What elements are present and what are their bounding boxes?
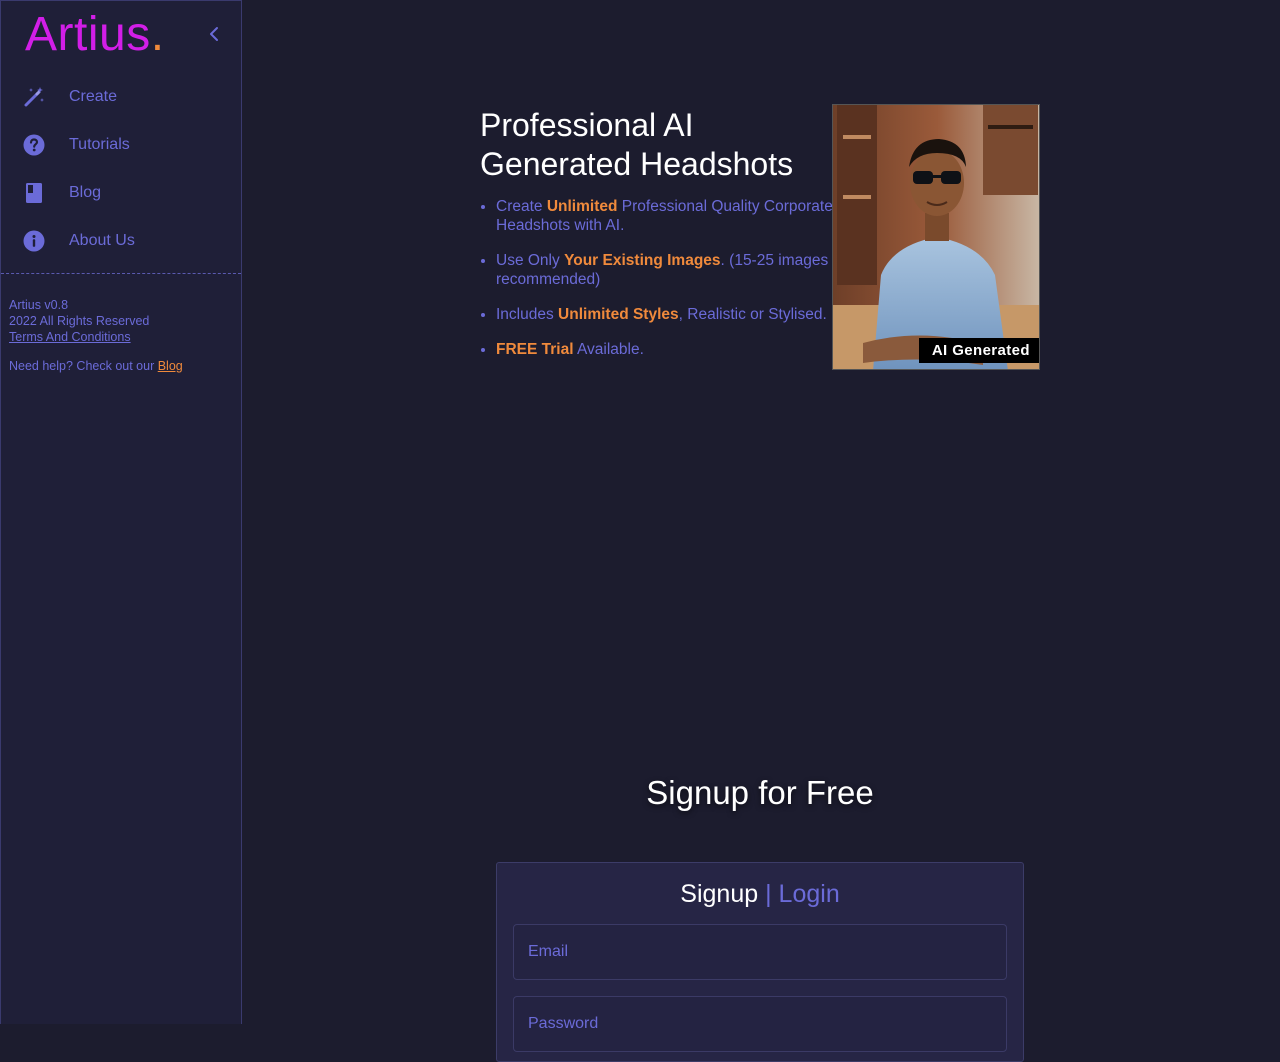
feature-text: Create: [496, 198, 547, 215]
sidebar-item-label: Blog: [69, 184, 102, 201]
feature-item: Create Unlimited Professional Quality Co…: [496, 197, 833, 235]
info-circle-icon: [22, 229, 46, 253]
feature-text: Includes: [496, 306, 559, 323]
sidebar-item-label: Tutorials: [69, 136, 130, 153]
chevron-left-icon: [210, 27, 218, 41]
sidebar-item-create[interactable]: Create: [1, 73, 241, 121]
sidebar-item-tutorials[interactable]: Tutorials: [1, 121, 241, 169]
sidebar-item-blog[interactable]: Blog: [1, 169, 241, 217]
sidebar-item-about-us[interactable]: About Us: [1, 217, 241, 265]
feature-highlight: Unlimited: [546, 198, 618, 215]
help-text: Need help? Check out our Blog: [9, 358, 183, 374]
ai-headshot-image: AI Generated: [832, 104, 1040, 370]
version-text: Artius v0.8: [9, 298, 69, 312]
help-blog-link[interactable]: Blog: [158, 359, 183, 373]
feature-list: Create Unlimited Professional Quality Co…: [478, 197, 833, 375]
help-prefix: Need help? Check out our: [9, 359, 158, 373]
collapse-sidebar-button[interactable]: [205, 23, 223, 45]
terms-link[interactable]: Terms And Conditions: [9, 330, 131, 344]
sidebar-divider: [1, 273, 241, 274]
feature-text: , Realistic or Stylised.: [678, 306, 827, 323]
feature-text: Use Only: [496, 252, 565, 269]
password-field[interactable]: [513, 996, 1007, 1052]
signup-heading: Signup for Free: [646, 774, 874, 811]
brand-logo[interactable]: Artius.: [25, 5, 165, 65]
book-icon: [22, 181, 46, 205]
magic-wand-icon: [22, 85, 46, 109]
sidebar-item-label: Create: [69, 88, 118, 105]
tab-signup[interactable]: Signup: [680, 880, 758, 908]
feature-highlight: Unlimited Styles: [558, 306, 679, 323]
rights-text: 2022 All Rights Reserved: [9, 314, 150, 328]
feature-item: Includes Unlimited Styles, Realistic or …: [496, 305, 833, 324]
brand-name: Artius: [25, 8, 151, 61]
auth-card: Signup | Login: [496, 862, 1024, 1062]
feature-highlight: Your Existing Images: [564, 252, 721, 269]
sidebar-footer: Artius v0.8 2022 All Rights Reserved Ter…: [9, 297, 183, 374]
tab-login[interactable]: Login: [779, 880, 840, 908]
sidebar: Artius. Create Tutorials Blog About Us A…: [0, 0, 242, 1024]
feature-text: Available.: [573, 341, 644, 358]
question-circle-icon: [22, 133, 46, 157]
brand-dot: .: [150, 8, 165, 61]
sidebar-nav: Create Tutorials Blog About Us: [1, 73, 241, 265]
tab-separator: |: [765, 880, 772, 908]
sidebar-item-label: About Us: [69, 232, 135, 249]
ai-generated-badge: AI Generated: [918, 338, 1039, 363]
auth-tabs: Signup | Login: [497, 879, 1023, 909]
feature-item: FREE Trial Available.: [496, 340, 833, 359]
headshot-illustration: [833, 105, 1039, 369]
hero-title: Professional AI Generated Headshots: [480, 107, 794, 182]
feature-highlight: FREE Trial: [496, 341, 574, 358]
email-field[interactable]: [513, 924, 1007, 980]
feature-item: Use Only Your Existing Images. (15-25 im…: [496, 251, 833, 289]
